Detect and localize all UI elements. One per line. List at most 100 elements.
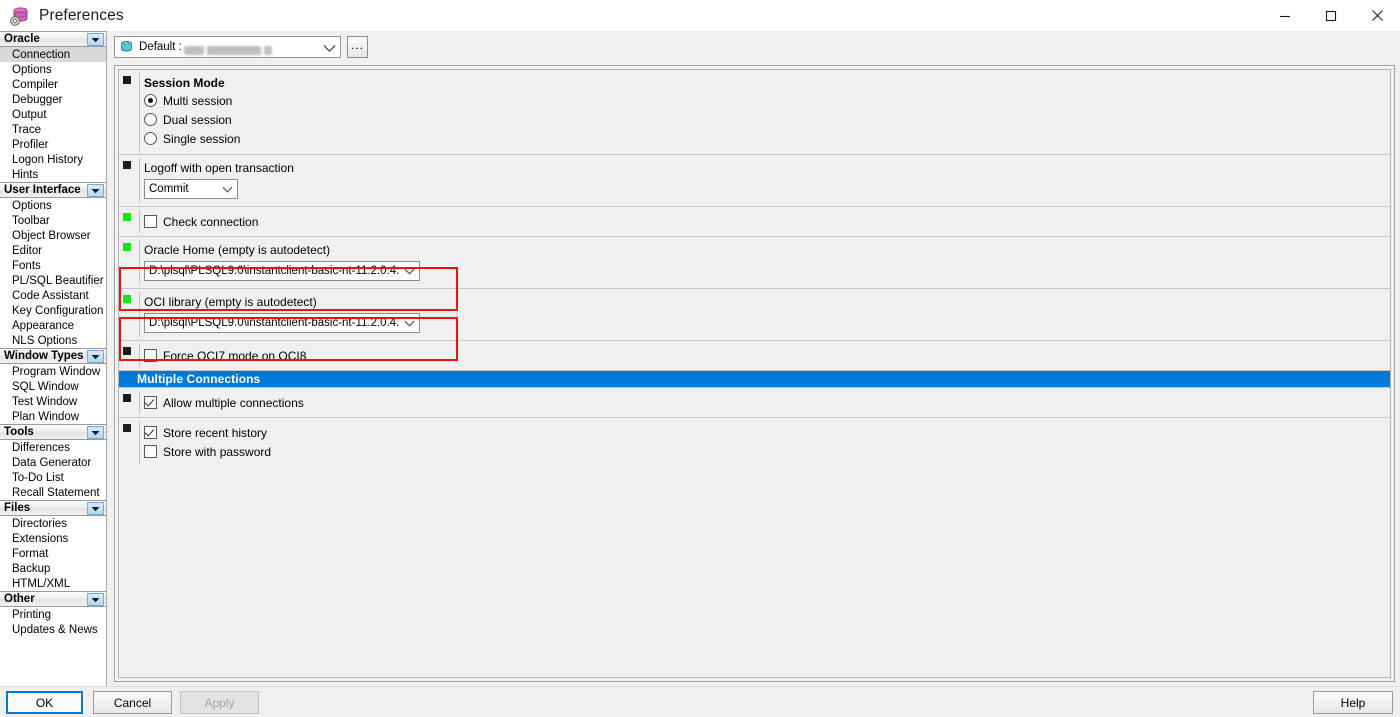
sidebar-item-profiler[interactable]: Profiler [0, 137, 106, 152]
cancel-button[interactable]: Cancel [93, 691, 172, 714]
sidebar-item-debugger[interactable]: Debugger [0, 92, 106, 107]
checkbox-check-connection[interactable]: Check connection [144, 212, 1390, 231]
sidebar-item-updates-news[interactable]: Updates & News [0, 622, 106, 637]
sidebar-item-logon-history[interactable]: Logon History [0, 152, 106, 167]
sidebar-item-fonts[interactable]: Fonts [0, 258, 106, 273]
sidebar-item-differences[interactable]: Differences [0, 440, 106, 455]
chevron-down-icon[interactable] [321, 40, 338, 56]
group-store-history: Store recent history Store with password [119, 418, 1390, 467]
profile-select[interactable]: Default : [114, 36, 341, 58]
oci-library-select[interactable]: D:\plsql\PLSQL9.0\instantclient-basic-nt… [144, 313, 420, 333]
group-oracle-home: Oracle Home (empty is autodetect) D:\pls… [119, 237, 1390, 289]
checkbox-force-oci7[interactable]: Force OCI7 mode on OCI8 [144, 346, 1390, 365]
sidebar-section-tools[interactable]: Tools [0, 424, 106, 440]
chevron-down-icon[interactable] [87, 184, 104, 197]
setting-indicator [123, 394, 131, 402]
sidebar-item-label: Key Configuration [12, 304, 104, 317]
chevron-down-icon[interactable] [87, 426, 104, 439]
minimize-button[interactable] [1262, 0, 1308, 31]
setting-indicator [123, 76, 131, 84]
sidebar-section-other[interactable]: Other [0, 591, 106, 607]
radio-multi-session[interactable]: Multi session [144, 91, 1390, 110]
help-button[interactable]: Help [1313, 691, 1393, 714]
sidebar-item-trace[interactable]: Trace [0, 122, 106, 137]
checkbox-icon [144, 349, 157, 362]
radio-label: Single session [163, 131, 241, 146]
oracle-home-select[interactable]: D:\plsql\PLSQL9.0\instantclient-basic-nt… [144, 261, 420, 281]
sidebar-item-output[interactable]: Output [0, 107, 106, 122]
dialog-footer: OK Cancel Apply Help [0, 686, 1400, 717]
profile-options-button[interactable]: ... [347, 36, 368, 58]
checkbox-label: Store recent history [163, 425, 268, 440]
sidebar-item-key-configuration[interactable]: Key Configuration [0, 303, 106, 318]
chevron-down-icon[interactable] [87, 502, 104, 515]
checkbox-store-with-password[interactable]: Store with password [144, 442, 1390, 461]
setting-indicator [123, 347, 131, 355]
chevron-down-icon[interactable] [87, 593, 104, 606]
checkbox-icon [144, 215, 157, 228]
sidebar-item-label: Object Browser [12, 229, 91, 242]
sidebar-item-data-generator[interactable]: Data Generator [0, 455, 106, 470]
sidebar-section-oracle[interactable]: Oracle [0, 31, 106, 47]
checkbox-store-recent-history[interactable]: Store recent history [144, 423, 1390, 442]
sidebar-item-compiler[interactable]: Compiler [0, 77, 106, 92]
sidebar-section-label: Other [4, 592, 35, 605]
sidebar-item-label: Debugger [12, 93, 63, 106]
sidebar-item-appearance[interactable]: Appearance [0, 318, 106, 333]
sidebar-item-backup[interactable]: Backup [0, 561, 106, 576]
sidebar-item-label: Backup [12, 562, 51, 575]
setting-indicator-modified [123, 243, 131, 251]
logoff-select[interactable]: Commit [144, 179, 238, 199]
checkbox-allow-multiple-connections[interactable]: Allow multiple connections [144, 393, 1390, 412]
sidebar-item-object-browser[interactable]: Object Browser [0, 228, 106, 243]
sidebar-item-options[interactable]: Options [0, 198, 106, 213]
sidebar-section-files[interactable]: Files [0, 500, 106, 516]
radio-icon [144, 113, 157, 126]
chevron-down-icon[interactable] [400, 262, 419, 280]
radio-label: Multi session [163, 93, 233, 108]
chevron-down-icon[interactable] [87, 33, 104, 46]
sidebar-item-code-assistant[interactable]: Code Assistant [0, 288, 106, 303]
ok-button[interactable]: OK [6, 691, 83, 714]
session-mode-title: Session Mode [144, 76, 225, 90]
maximize-button[interactable] [1308, 0, 1354, 31]
sidebar-item-pl-sql-beautifier[interactable]: PL/SQL Beautifier [0, 273, 106, 288]
sidebar-section-label: Files [4, 501, 31, 514]
sidebar-section-user-interface[interactable]: User Interface [0, 182, 106, 198]
sidebar-item-directories[interactable]: Directories [0, 516, 106, 531]
title-bar: Preferences [0, 0, 1400, 31]
radio-single-session[interactable]: Single session [144, 129, 1390, 148]
group-rule [139, 240, 140, 285]
sidebar-item-nls-options[interactable]: NLS Options [0, 333, 106, 348]
preferences-category-tree[interactable]: Oracle Connection Options Compiler Debugger O… [0, 31, 107, 686]
chevron-down-icon[interactable] [87, 350, 104, 363]
sidebar-section-window-types[interactable]: Window Types [0, 348, 106, 364]
sidebar-item-label: Code Assistant [12, 289, 89, 302]
sidebar-item-html-xml[interactable]: HTML/XML [0, 576, 106, 591]
radio-dual-session[interactable]: Dual session [144, 110, 1390, 129]
sidebar-item-sql-window[interactable]: SQL Window [0, 379, 106, 394]
sidebar-item-hints[interactable]: Hints [0, 167, 106, 182]
sidebar-item-label: Differences [12, 441, 70, 454]
sidebar-item-connection[interactable]: Connection [0, 47, 106, 62]
sidebar-item-format[interactable]: Format [0, 546, 106, 561]
sidebar-item-program-window[interactable]: Program Window [0, 364, 106, 379]
chevron-down-icon[interactable] [218, 180, 237, 198]
sidebar-item-plan-window[interactable]: Plan Window [0, 409, 106, 424]
sidebar-item-toolbar[interactable]: Toolbar [0, 213, 106, 228]
sidebar-item-label: Profiler [12, 138, 49, 151]
sidebar-item-printing[interactable]: Printing [0, 607, 106, 622]
sidebar-item-test-window[interactable]: Test Window [0, 394, 106, 409]
sidebar-item-label: Appearance [12, 319, 75, 332]
chevron-down-icon[interactable] [400, 314, 419, 332]
sidebar-item-extensions[interactable]: Extensions [0, 531, 106, 546]
checkbox-icon [144, 426, 157, 439]
close-button[interactable] [1354, 0, 1400, 31]
sidebar-item-to-do-list[interactable]: To-Do List [0, 470, 106, 485]
sidebar-item-recall-statement[interactable]: Recall Statement [0, 485, 106, 500]
group-rule [139, 158, 140, 203]
sidebar-item-options[interactable]: Options [0, 62, 106, 77]
connection-profile-icon [119, 40, 134, 54]
sidebar-item-editor[interactable]: Editor [0, 243, 106, 258]
checkbox-label: Allow multiple connections [163, 395, 304, 410]
